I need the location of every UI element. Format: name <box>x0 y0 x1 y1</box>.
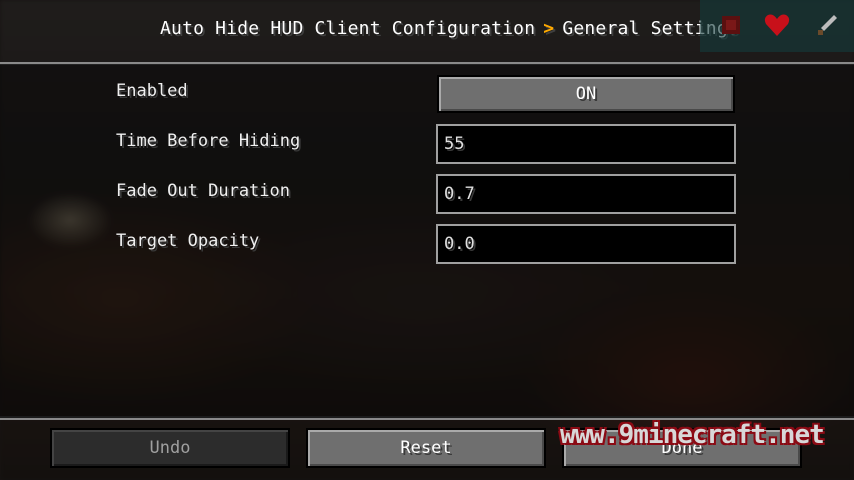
undo-button[interactable]: Undo <box>50 428 290 468</box>
target-opacity-input[interactable]: 0.0 <box>436 224 736 264</box>
watermark-text: www.9minecraft.net <box>560 420 825 450</box>
breadcrumb: Auto Hide HUD Client Configuration > Gener… <box>160 18 739 39</box>
enabled-toggle-button[interactable]: ON <box>437 75 735 113</box>
reset-button[interactable]: Reset <box>306 428 546 468</box>
header: Auto Hide HUD Client Configuration > Gener… <box>0 0 854 62</box>
breadcrumb-parent[interactable]: Auto Hide HUD Client Configuration <box>160 18 535 39</box>
setting-label-time-before-hiding: Time Before Hiding <box>116 131 301 151</box>
breadcrumb-separator: > <box>543 18 555 39</box>
hud-icon-strip <box>700 0 854 52</box>
heart-icon <box>762 10 792 40</box>
fade-out-duration-input[interactable]: 0.7 <box>436 174 736 214</box>
armor-icon <box>716 10 746 40</box>
setting-label-fade-out-duration: Fade Out Duration <box>116 181 290 201</box>
setting-label-target-opacity: Target Opacity <box>116 231 260 251</box>
setting-label-enabled: Enabled <box>116 81 188 101</box>
sword-icon <box>812 10 842 40</box>
time-before-hiding-input[interactable]: 55 <box>436 124 736 164</box>
